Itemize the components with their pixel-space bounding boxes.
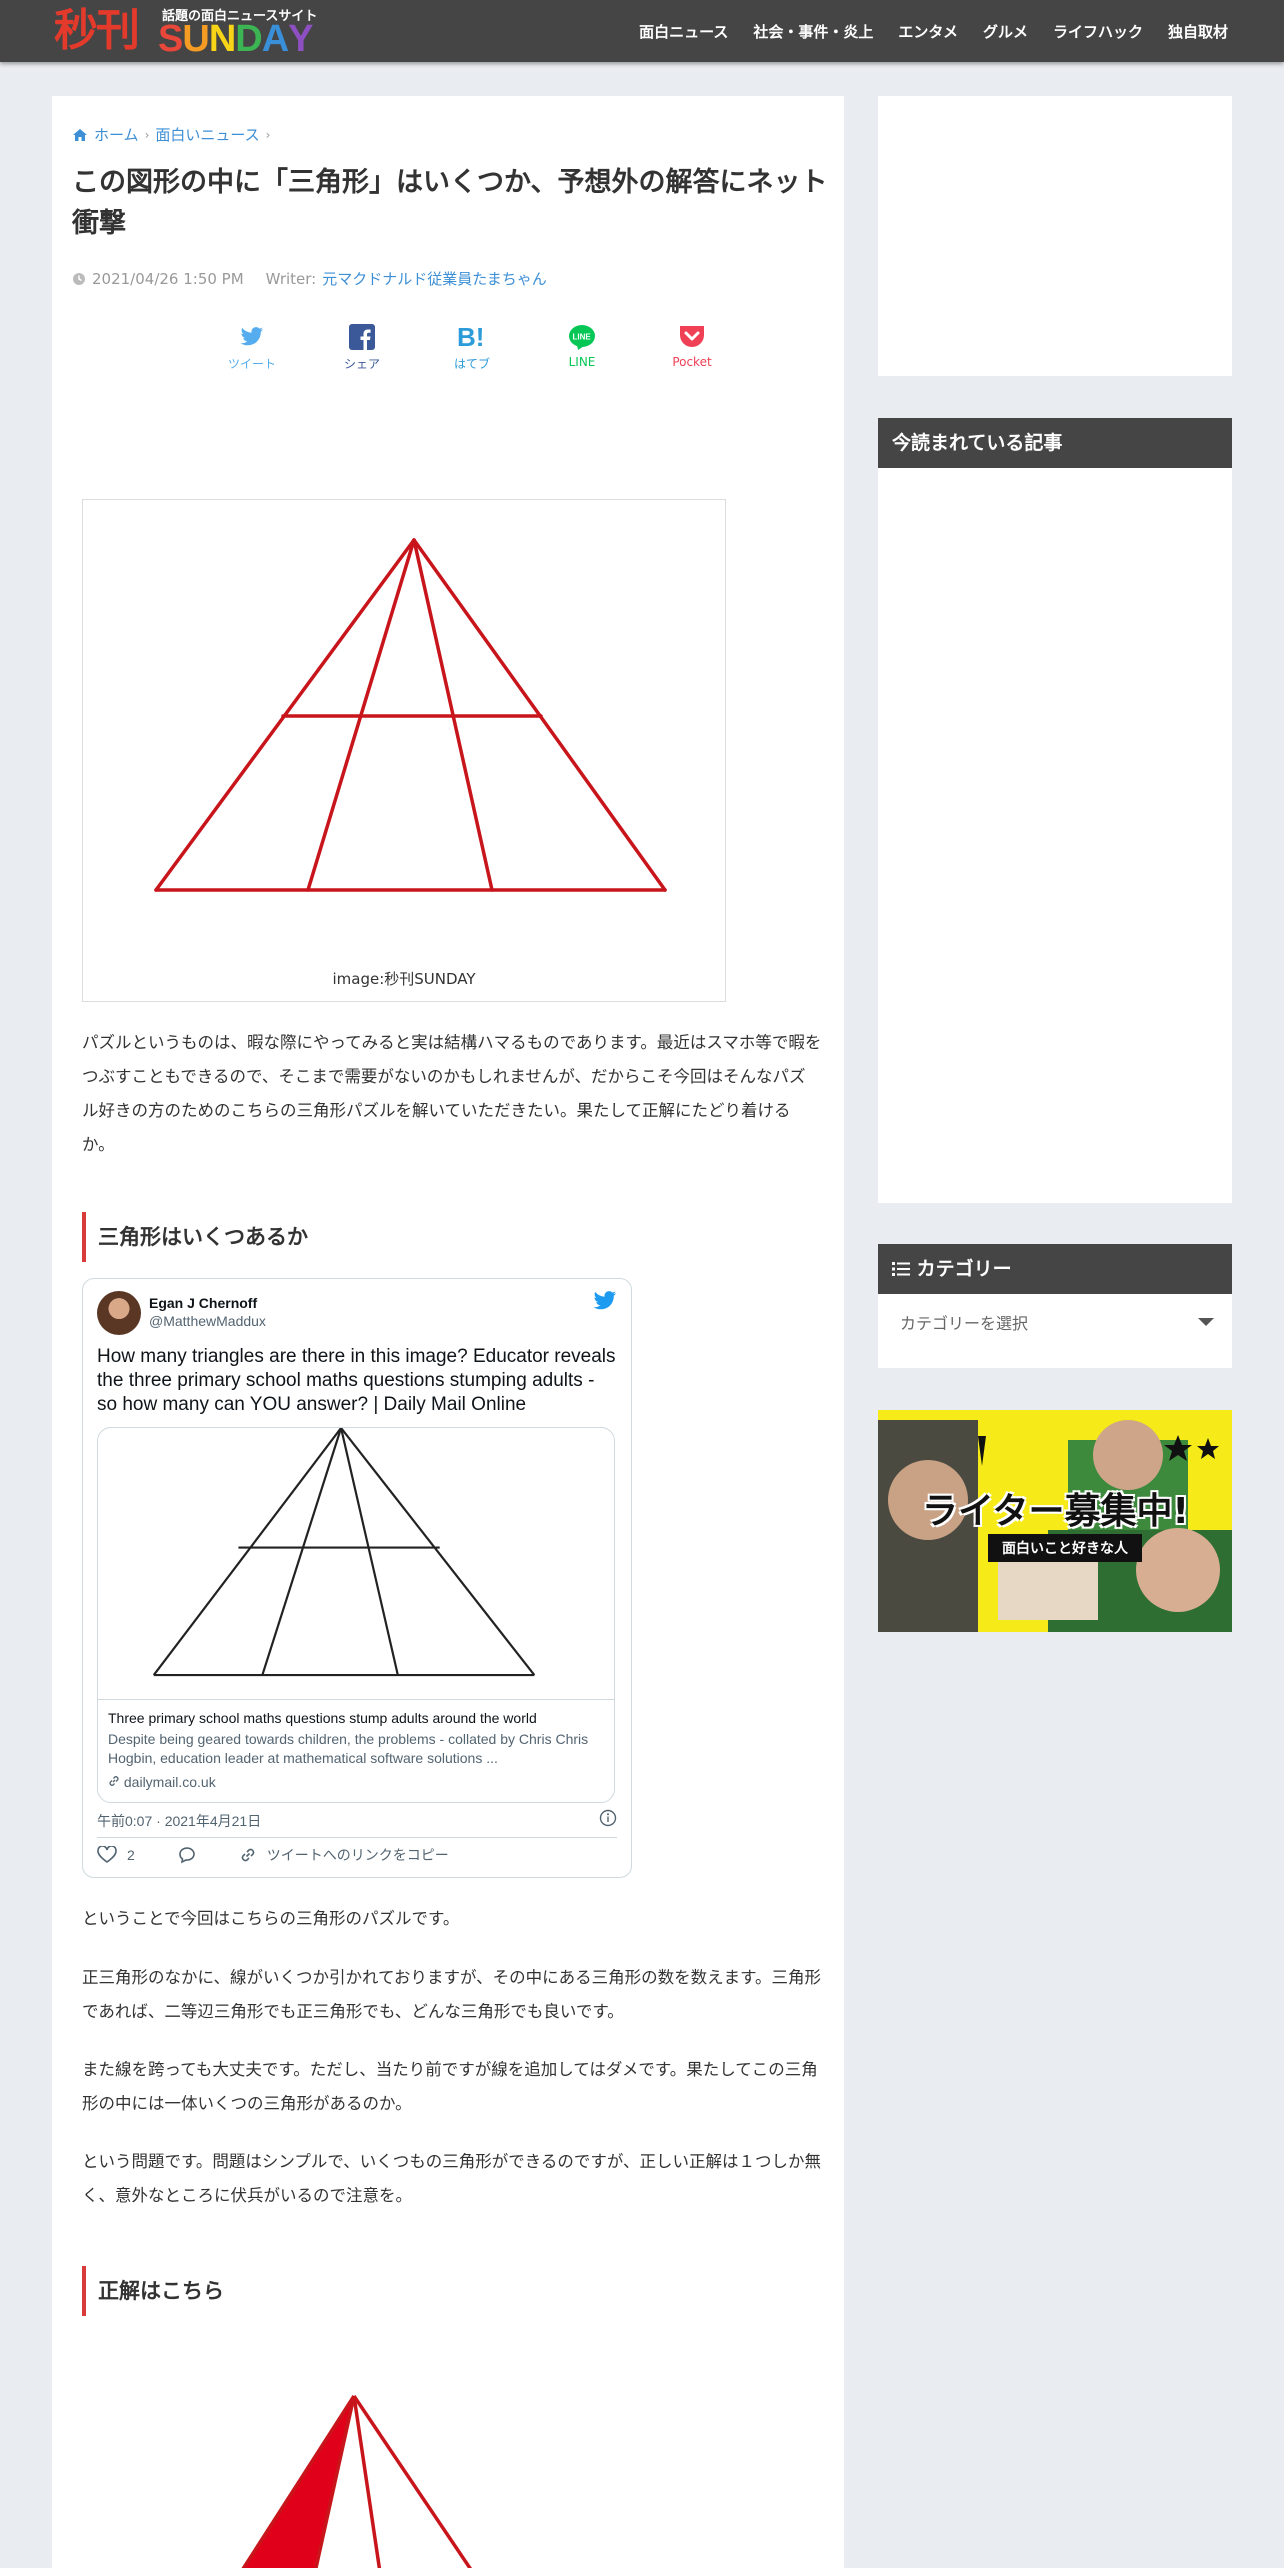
popular-articles-heading: 今読まれている記事 bbox=[878, 418, 1232, 468]
tweet-author-handle[interactable]: @MatthewMaddux bbox=[149, 1313, 266, 1329]
category-widget: カテゴリー カテゴリーを選択 bbox=[878, 1244, 1232, 1368]
pocket-icon bbox=[637, 322, 747, 352]
sidebar-ad-slot bbox=[878, 96, 1232, 376]
line-icon: LINE bbox=[527, 322, 637, 352]
nav-item[interactable]: エンタメ bbox=[898, 21, 958, 42]
share-label: はてブ bbox=[453, 357, 490, 371]
card-url-text: dailymail.co.uk bbox=[123, 1774, 216, 1790]
banner-subtext: 面白いこと好きな人 bbox=[988, 1534, 1142, 1562]
writer-label: Writer: bbox=[265, 269, 317, 288]
breadcrumb-separator: › bbox=[144, 127, 150, 142]
home-icon bbox=[73, 128, 87, 141]
paragraph: また線を跨っても大丈夫です。ただし、当たり前ですが線を追加してはダメです。果たし… bbox=[82, 2060, 818, 2113]
site-logo[interactable]: 秒刊 話題の面白ニュースサイト SUNDAY bbox=[54, 4, 317, 60]
nav-item[interactable]: 社会・事件・炎上 bbox=[753, 21, 873, 42]
popular-articles-widget: 今読まれている記事 bbox=[878, 418, 1232, 1203]
share-label: Pocket bbox=[672, 355, 712, 369]
link-icon[interactable] bbox=[239, 1846, 257, 1864]
clock-icon bbox=[73, 272, 85, 285]
share-button-twitter[interactable]: ツイート bbox=[197, 322, 307, 372]
nav-item[interactable]: 面白ニュース bbox=[639, 21, 728, 42]
puzzle-figure: image:秒刊SUNDAY bbox=[82, 499, 726, 1002]
main-nav: 面白ニュース 社会・事件・炎上 エンタメ グルメ ライフハック 独自取材 bbox=[639, 0, 1228, 62]
paragraph: ということで今回はこちらの三角形のパズルです。 bbox=[82, 1909, 460, 1928]
intro-paragraph: パズルというものは、暇な際にやってみると実は結構ハマるものであります。最近はスマ… bbox=[82, 1033, 822, 1154]
logo-letter: N bbox=[208, 18, 236, 60]
breadcrumb-separator: › bbox=[265, 127, 271, 142]
svg-text:LINE: LINE bbox=[573, 333, 592, 342]
writer-link[interactable]: 元マクドナルド従業員たまちゃん bbox=[322, 268, 547, 289]
reply-icon[interactable] bbox=[177, 1846, 197, 1864]
tweet-text: How many triangles are there in this ima… bbox=[97, 1346, 616, 1415]
avatar[interactable] bbox=[97, 1291, 141, 1335]
breadcrumb-category[interactable]: 面白いニュース bbox=[155, 124, 259, 145]
card-description: Despite being geared towards children, t… bbox=[108, 1731, 589, 1766]
divider bbox=[97, 1837, 617, 1838]
link-card[interactable]: Three primary school maths questions stu… bbox=[97, 1427, 615, 1803]
card-url: dailymail.co.uk bbox=[108, 1774, 216, 1790]
paragraph: 正三角形のなかに、線がいくつか引かれておりますが、その中にある三角形の数を数えま… bbox=[82, 1968, 822, 2021]
article-date: 2021/04/26 1:50 PM bbox=[92, 269, 244, 288]
triangle-puzzle-image bbox=[154, 538, 667, 892]
info-icon[interactable] bbox=[599, 1809, 617, 1827]
category-select[interactable]: カテゴリーを選択 bbox=[900, 1310, 1028, 1334]
logo-kanji: 秒刊 bbox=[54, 5, 140, 56]
logo-wordmark: SUNDAY bbox=[158, 18, 314, 60]
share-label: シェア bbox=[343, 357, 380, 371]
image-caption: image:秒刊SUNDAY bbox=[332, 970, 476, 988]
site-header: 秒刊 話題の面白ニュースサイト SUNDAY 面白ニュース 社会・事件・炎上 エンタ… bbox=[0, 0, 1284, 62]
share-button-line[interactable]: LINE LINE bbox=[527, 322, 637, 372]
writer-recruit-banner[interactable]: ライター募集中! 面白いこと好きな人 bbox=[878, 1410, 1232, 1632]
share-label: ツイート bbox=[227, 357, 276, 371]
tweet-date[interactable]: 午前0:07 · 2021年4月21日 bbox=[97, 1811, 261, 1831]
share-label: LINE bbox=[568, 355, 596, 369]
article-title: この図形の中に「三角形」はいくつか、予想外の解答にネット衝撃 bbox=[72, 167, 828, 239]
link-icon bbox=[109, 1776, 119, 1786]
banner-headline: ライター募集中! bbox=[922, 1491, 1189, 1532]
heart-icon[interactable] bbox=[97, 1846, 117, 1864]
section-heading: 三角形はいくつあるか bbox=[82, 1212, 824, 1262]
svg-text:B!: B! bbox=[457, 324, 484, 350]
embedded-tweet[interactable]: Egan J Chernoff @MatthewMaddux How many … bbox=[82, 1278, 632, 1878]
category-heading-text: カテゴリー bbox=[916, 1258, 1012, 1280]
nav-item[interactable]: ライフハック bbox=[1053, 21, 1143, 42]
share-buttons: ツイート シェア B! はてブ LINE LINE Pocket bbox=[197, 322, 747, 372]
card-title: Three primary school maths questions stu… bbox=[108, 1710, 537, 1726]
nav-item[interactable]: グルメ bbox=[983, 21, 1028, 42]
paragraph: という問題です。問題はシンプルで、いくつもの三角形ができるのですが、正しい正解は… bbox=[82, 2152, 822, 2205]
facebook-icon bbox=[307, 322, 417, 352]
answer-triangle-image bbox=[241, 2395, 472, 2568]
logo-letter: U bbox=[182, 18, 209, 60]
twitter-bird-icon[interactable] bbox=[593, 1291, 617, 1311]
breadcrumb: ホーム › 面白いニュース › bbox=[72, 124, 270, 145]
category-heading: カテゴリー bbox=[878, 1244, 1232, 1294]
logo-letter: Y bbox=[288, 18, 313, 60]
nav-item[interactable]: 独自取材 bbox=[1168, 21, 1228, 42]
card-triangle-image bbox=[98, 1428, 614, 1700]
list-icon bbox=[892, 1262, 910, 1276]
logo-letter: A bbox=[261, 18, 289, 60]
article-card: ホーム › 面白いニュース › この図形の中に「三角形」はいくつか、予想外の解答… bbox=[52, 96, 844, 2568]
section-heading: 正解はこちら bbox=[82, 2266, 824, 2316]
share-button-facebook[interactable]: シェア bbox=[307, 322, 417, 372]
logo-letter: S bbox=[158, 18, 183, 60]
like-count: 2 bbox=[127, 1847, 135, 1863]
breadcrumb-home[interactable]: ホーム bbox=[94, 124, 139, 145]
twitter-icon bbox=[197, 322, 307, 352]
share-button-hatena[interactable]: B! はてブ bbox=[417, 322, 527, 372]
share-button-pocket[interactable]: Pocket bbox=[637, 322, 747, 372]
copy-link-button[interactable]: ツイートへのリンクをコピー bbox=[267, 1845, 449, 1865]
logo-letter: D bbox=[235, 18, 262, 60]
article-meta: 2021/04/26 1:50 PM Writer: 元マクドナルド従業員たまち… bbox=[72, 268, 547, 289]
tweet-actions: 2 ツイートへのリンクをコピー bbox=[97, 1845, 449, 1865]
hatena-icon: B! bbox=[417, 322, 527, 352]
chevron-down-icon[interactable] bbox=[1198, 1318, 1214, 1326]
tweet-author-name[interactable]: Egan J Chernoff bbox=[149, 1295, 257, 1311]
